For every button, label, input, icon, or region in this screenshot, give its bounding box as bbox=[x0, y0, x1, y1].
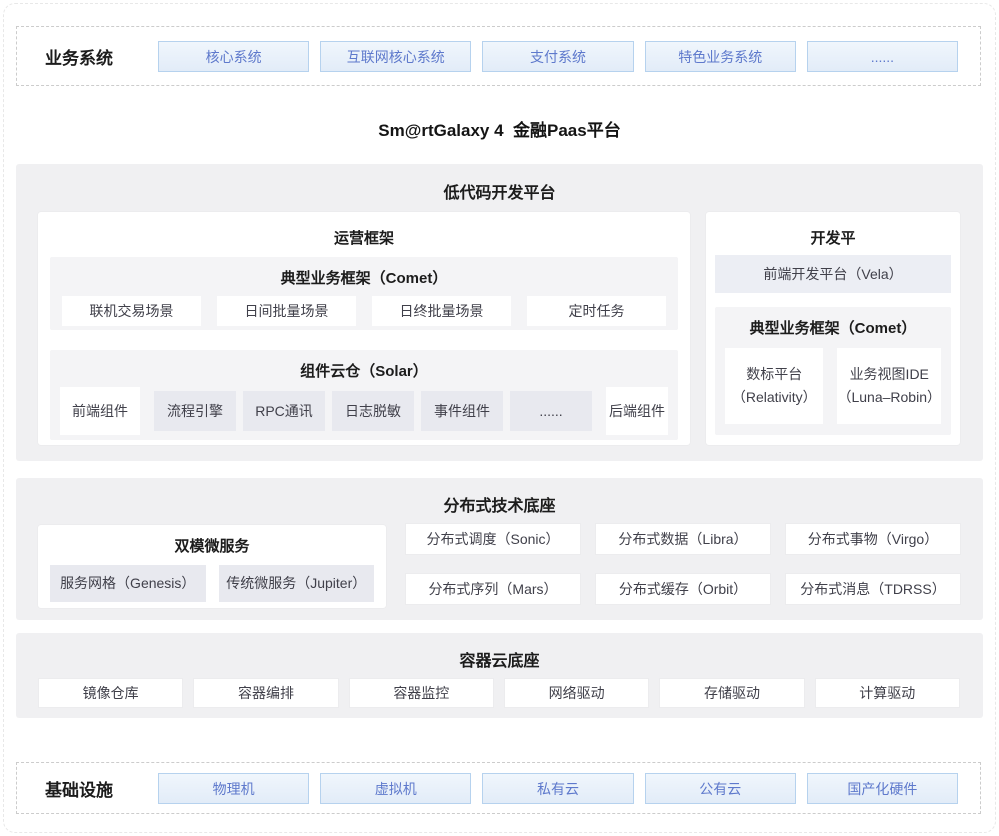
chip-physical-machine: 物理机 bbox=[158, 773, 309, 804]
comet-dev-chips: 数标平台 （Relativity） 业务视图IDE （Luna–Robin） bbox=[725, 348, 941, 424]
chip-traditional-microservices-jupiter: 传统微服务（Jupiter） bbox=[219, 565, 375, 602]
chip-business-more: ...... bbox=[807, 41, 958, 72]
chip-distributed-scheduling-sonic: 分布式调度（Sonic） bbox=[405, 523, 581, 555]
business-systems-label: 业务系统 bbox=[45, 44, 113, 69]
business-systems-chips: 核心系统 互联网核心系统 支付系统 特色业务系统 ...... bbox=[158, 41, 958, 72]
infrastructure-chips: 物理机 虚拟机 私有云 公有云 国产化硬件 bbox=[158, 773, 958, 804]
chip-online-trading-scene: 联机交易场景 bbox=[62, 296, 201, 326]
container-cloud-title: 容器云底座 bbox=[16, 633, 983, 671]
infrastructure-label: 基础设施 bbox=[45, 776, 113, 801]
section-low-code-platform: 低代码开发平台 运营框架 典型业务框架（Comet） 联机交易场景 日间批量场景… bbox=[16, 164, 983, 461]
chip-endofday-batch-scene: 日终批量场景 bbox=[372, 296, 511, 326]
chip-special-business-system: 特色业务系统 bbox=[645, 41, 796, 72]
chip-domestic-hardware: 国产化硬件 bbox=[807, 773, 958, 804]
dev-platform-title: 开发平 bbox=[706, 227, 960, 248]
chip-payment-system: 支付系统 bbox=[482, 41, 633, 72]
operation-framework-title: 运营框架 bbox=[38, 227, 690, 248]
chip-core-system: 核心系统 bbox=[158, 41, 309, 72]
chip-distributed-sequence-mars: 分布式序列（Mars） bbox=[405, 573, 581, 605]
chip-frontend-dev-platform-vela: 前端开发平台（Vela） bbox=[715, 255, 951, 293]
low-code-title: 低代码开发平台 bbox=[16, 164, 983, 203]
chip-line2: （Luna–Robin） bbox=[837, 386, 941, 409]
chip-compute-driver: 计算驱动 bbox=[815, 678, 960, 708]
chip-service-mesh-genesis: 服务网格（Genesis） bbox=[50, 565, 206, 602]
panel-dev-platform: 开发平 前端开发平台（Vela） 典型业务框架（Comet） 数标平台 （Rel… bbox=[706, 212, 960, 445]
chip-frontend-components: 前端组件 bbox=[60, 387, 140, 435]
chip-rpc-communication: RPC通讯 bbox=[243, 391, 325, 431]
chip-data-platform-relativity: 数标平台 （Relativity） bbox=[725, 348, 823, 424]
comet-operation-chips: 联机交易场景 日间批量场景 日终批量场景 定时任务 bbox=[62, 296, 666, 326]
chip-container-orchestration: 容器编排 bbox=[193, 678, 338, 708]
chip-business-view-ide-luna-robin: 业务视图IDE （Luna–Robin） bbox=[837, 348, 941, 424]
platform-title: Sm@rtGalaxy 4 金融Paas平台 bbox=[0, 116, 999, 141]
chip-distributed-transaction-virgo: 分布式事物（Virgo） bbox=[785, 523, 961, 555]
comet-dev-title: 典型业务框架（Comet） bbox=[715, 307, 951, 338]
section-distributed-base: 分布式技术底座 双模微服务 服务网格（Genesis） 传统微服务（Jupite… bbox=[16, 478, 983, 620]
chip-distributed-cache-orbit: 分布式缓存（Orbit） bbox=[595, 573, 771, 605]
solar-chips: 前端组件 流程引擎 RPC通讯 日志脱敏 事件组件 ...... 后端组件 bbox=[50, 386, 678, 436]
chip-line2: （Relativity） bbox=[732, 386, 817, 409]
chip-solar-more: ...... bbox=[510, 391, 592, 431]
panel-dual-mode-microservices: 双模微服务 服务网格（Genesis） 传统微服务（Jupiter） bbox=[38, 525, 386, 608]
distributed-title: 分布式技术底座 bbox=[16, 478, 983, 516]
subpanel-solar: 组件云仓（Solar） 前端组件 流程引擎 RPC通讯 日志脱敏 事件组件 ..… bbox=[50, 350, 678, 440]
chip-line1: 数标平台 bbox=[746, 363, 802, 386]
dual-mode-chips: 服务网格（Genesis） 传统微服务（Jupiter） bbox=[50, 565, 374, 602]
panel-operation-framework: 运营框架 典型业务框架（Comet） 联机交易场景 日间批量场景 日终批量场景 … bbox=[38, 212, 690, 445]
solar-title: 组件云仓（Solar） bbox=[50, 350, 678, 381]
chip-private-cloud: 私有云 bbox=[482, 773, 633, 804]
chip-network-driver: 网络驱动 bbox=[504, 678, 649, 708]
distributed-chips-grid: 分布式调度（Sonic） 分布式数据（Libra） 分布式事物（Virgo） 分… bbox=[405, 523, 961, 605]
chip-internet-core-system: 互联网核心系统 bbox=[320, 41, 471, 72]
chip-event-components: 事件组件 bbox=[421, 391, 503, 431]
chip-container-monitoring: 容器监控 bbox=[349, 678, 494, 708]
comet-operation-title: 典型业务框架（Comet） bbox=[50, 257, 678, 288]
container-cloud-chips: 镜像仓库 容器编排 容器监控 网络驱动 存储驱动 计算驱动 bbox=[38, 678, 960, 708]
chip-storage-driver: 存储驱动 bbox=[659, 678, 804, 708]
subpanel-comet-dev: 典型业务框架（Comet） 数标平台 （Relativity） 业务视图IDE … bbox=[715, 307, 951, 435]
chip-log-masking: 日志脱敏 bbox=[332, 391, 414, 431]
chip-virtual-machine: 虚拟机 bbox=[320, 773, 471, 804]
chip-backend-components: 后端组件 bbox=[606, 387, 668, 435]
chip-scheduled-task: 定时任务 bbox=[527, 296, 666, 326]
chip-daytime-batch-scene: 日间批量场景 bbox=[217, 296, 356, 326]
chip-public-cloud: 公有云 bbox=[645, 773, 796, 804]
chip-distributed-data-libra: 分布式数据（Libra） bbox=[595, 523, 771, 555]
chip-image-registry: 镜像仓库 bbox=[38, 678, 183, 708]
chip-line1: 业务视图IDE bbox=[850, 363, 929, 386]
chip-process-engine: 流程引擎 bbox=[154, 391, 236, 431]
chip-distributed-message-tdrss: 分布式消息（TDRSS） bbox=[785, 573, 961, 605]
infrastructure-row: 基础设施 物理机 虚拟机 私有云 公有云 国产化硬件 bbox=[16, 762, 981, 814]
section-container-cloud-base: 容器云底座 镜像仓库 容器编排 容器监控 网络驱动 存储驱动 计算驱动 bbox=[16, 633, 983, 718]
dual-mode-title: 双模微服务 bbox=[38, 535, 386, 556]
business-systems-row: 业务系统 核心系统 互联网核心系统 支付系统 特色业务系统 ...... bbox=[16, 26, 981, 86]
subpanel-comet-operation: 典型业务框架（Comet） 联机交易场景 日间批量场景 日终批量场景 定时任务 bbox=[50, 257, 678, 330]
